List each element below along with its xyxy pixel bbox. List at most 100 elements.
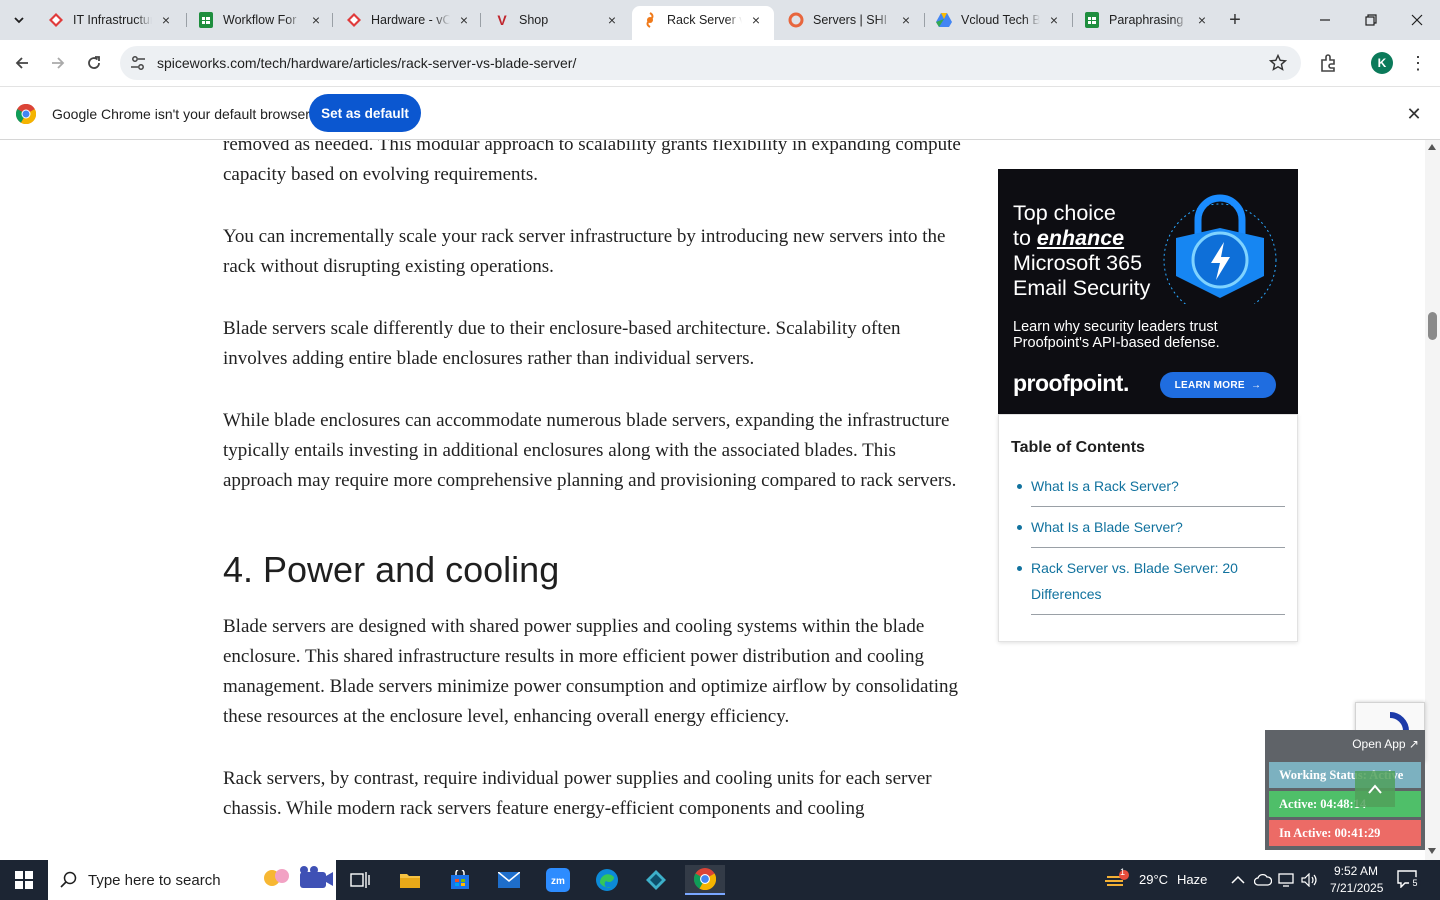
tab-search-button[interactable]	[6, 8, 32, 32]
learn-more-label: LEARN MORE	[1174, 379, 1245, 391]
spiceworks-icon	[642, 12, 658, 28]
tab-rack-server-active[interactable]: Rack Server vs ×	[632, 6, 774, 40]
new-tab-button[interactable]: +	[1224, 9, 1246, 31]
close-icon[interactable]: ✕	[1403, 103, 1425, 125]
windows-logo-icon	[15, 871, 33, 889]
vertical-scrollbar[interactable]	[1425, 140, 1440, 860]
active-time: Active: 04:48:14	[1269, 791, 1421, 817]
close-icon[interactable]: ×	[898, 12, 914, 28]
arrow-right-icon	[52, 57, 65, 69]
paragraph: Rack servers, by contrast, require indiv…	[223, 768, 932, 819]
scroll-down-arrow-icon[interactable]	[1428, 848, 1436, 854]
toc-link[interactable]: Rack Server vs. Blade Server: 20 Differe…	[1017, 555, 1285, 615]
chrome-logo-icon	[16, 104, 36, 124]
chrome-taskbar-button[interactable]	[685, 865, 725, 895]
tab-servers-shi[interactable]: Servers | SHI ×	[778, 6, 924, 34]
back-button[interactable]	[8, 49, 36, 77]
close-icon[interactable]: ×	[456, 12, 472, 28]
file-explorer-button[interactable]	[390, 865, 430, 895]
tab-paraphrasing[interactable]: Paraphrasing ×	[1074, 6, 1220, 34]
zoom-icon: zm	[546, 868, 570, 892]
paragraph: You can incrementally scale your rack se…	[223, 226, 946, 277]
section-heading: 4. Power and cooling	[223, 549, 560, 590]
address-bar[interactable]: spiceworks.com/tech/hardware/articles/ra…	[120, 46, 1301, 80]
restore-button[interactable]	[1348, 6, 1394, 34]
close-icon[interactable]: ×	[748, 12, 764, 28]
paragraph: Blade servers are designed with shared p…	[223, 616, 959, 727]
inactive-time: In Active: 00:41:29	[1269, 820, 1421, 846]
menu-kebab-icon[interactable]: ⋮	[1407, 52, 1429, 74]
proofpoint-logo: proofpoint.	[1013, 370, 1129, 396]
close-icon[interactable]: ×	[1046, 12, 1062, 28]
mail-button[interactable]	[489, 865, 529, 895]
site-settings-icon[interactable]	[128, 53, 148, 73]
close-icon	[1411, 14, 1423, 26]
tab-title: IT Infrastructure	[73, 13, 152, 27]
reload-button[interactable]	[80, 49, 108, 77]
minimize-button[interactable]	[1302, 6, 1348, 34]
minimize-icon	[1320, 19, 1330, 21]
shi-ring-icon	[788, 12, 804, 28]
forward-button[interactable]	[44, 49, 72, 77]
tab-vcloud[interactable]: Vcloud Tech B ×	[926, 6, 1072, 34]
ad-headline-line: Microsoft 365	[1013, 251, 1143, 275]
weather-widget-button[interactable]: 1	[1102, 865, 1132, 895]
notification-center-button[interactable]: 5	[1397, 870, 1421, 890]
tab-workflow[interactable]: Workflow For ×	[188, 6, 334, 34]
tab-title: Paraphrasing	[1109, 13, 1184, 27]
profile-avatar[interactable]: K	[1371, 52, 1393, 74]
close-icon[interactable]: ×	[604, 12, 620, 28]
network-button[interactable]	[1276, 865, 1298, 895]
start-button[interactable]	[0, 860, 48, 900]
toc-link[interactable]: What Is a Blade Server?	[1017, 514, 1285, 548]
cloud-icon	[1254, 873, 1272, 886]
zoom-button[interactable]: zm	[538, 865, 578, 895]
toc-link[interactable]: What Is a Rack Server?	[1017, 473, 1285, 507]
bookmark-star-icon[interactable]	[1269, 54, 1287, 72]
search-icon	[60, 871, 77, 888]
close-window-button[interactable]	[1394, 6, 1440, 34]
tab-separator	[1072, 13, 1073, 27]
show-hidden-icons-button[interactable]	[1226, 865, 1250, 895]
mail-icon	[498, 872, 520, 888]
tab-title: Shop	[519, 13, 549, 27]
page-viewport: removed as needed. This modular approach…	[0, 140, 1440, 860]
scroll-up-arrow-icon[interactable]	[1428, 144, 1436, 150]
default-browser-infobar: Google Chrome isn't your default browser…	[0, 86, 1440, 140]
tab-it-infrastructure[interactable]: IT Infrastructure ×	[38, 6, 184, 34]
weather-badge: 1	[1120, 867, 1126, 877]
learn-more-button[interactable]: LEARN MORE →	[1160, 372, 1276, 398]
time-tracker-widget: Open App ↗ Working Status: Active Active…	[1265, 730, 1425, 850]
microsoft-store-button[interactable]	[440, 865, 480, 895]
scrollbar-thumb[interactable]	[1428, 312, 1437, 340]
infobar-message: Google Chrome isn't your default browser	[52, 106, 310, 122]
chevron-up-icon	[1368, 784, 1382, 794]
close-icon[interactable]: ×	[1194, 12, 1210, 28]
tab-title: Workflow For	[223, 13, 297, 27]
ad-headline-line: to enhance	[1013, 226, 1150, 251]
arrow-left-icon	[15, 57, 28, 69]
system-clock[interactable]: 9:52 AM 7/21/2025	[1330, 863, 1384, 897]
app-diamond-button[interactable]	[636, 865, 676, 895]
tab-shop[interactable]: V Shop ×	[484, 6, 630, 34]
edge-button[interactable]	[587, 865, 627, 895]
open-app-link[interactable]: Open App ↗	[1352, 737, 1419, 751]
set-as-default-button[interactable]: Set as default	[309, 94, 421, 132]
v-logo-icon: V	[497, 12, 507, 28]
tab-hardware[interactable]: Hardware - vC ×	[336, 6, 482, 34]
close-icon[interactable]: ×	[308, 12, 324, 28]
scroll-to-top-button[interactable]	[1355, 771, 1395, 807]
edge-icon	[596, 869, 618, 891]
taskbar-search-box[interactable]: Type here to search	[48, 860, 336, 900]
proofpoint-ad[interactable]: Top choice to enhance Microsoft 365 Emai…	[998, 169, 1298, 414]
close-icon[interactable]: ×	[158, 12, 174, 28]
task-view-button[interactable]	[340, 865, 380, 895]
cloud-tray-icon-button[interactable]	[1252, 865, 1274, 895]
ad-headline-line: Email Security	[1013, 276, 1151, 300]
url-text: spiceworks.com/tech/hardware/articles/ra…	[157, 55, 577, 71]
clock-date: 7/21/2025	[1330, 881, 1384, 895]
extensions-icon[interactable]	[1318, 52, 1340, 74]
volume-button[interactable]	[1299, 865, 1321, 895]
store-bag-icon	[451, 870, 469, 889]
chrome-icon	[694, 868, 716, 890]
